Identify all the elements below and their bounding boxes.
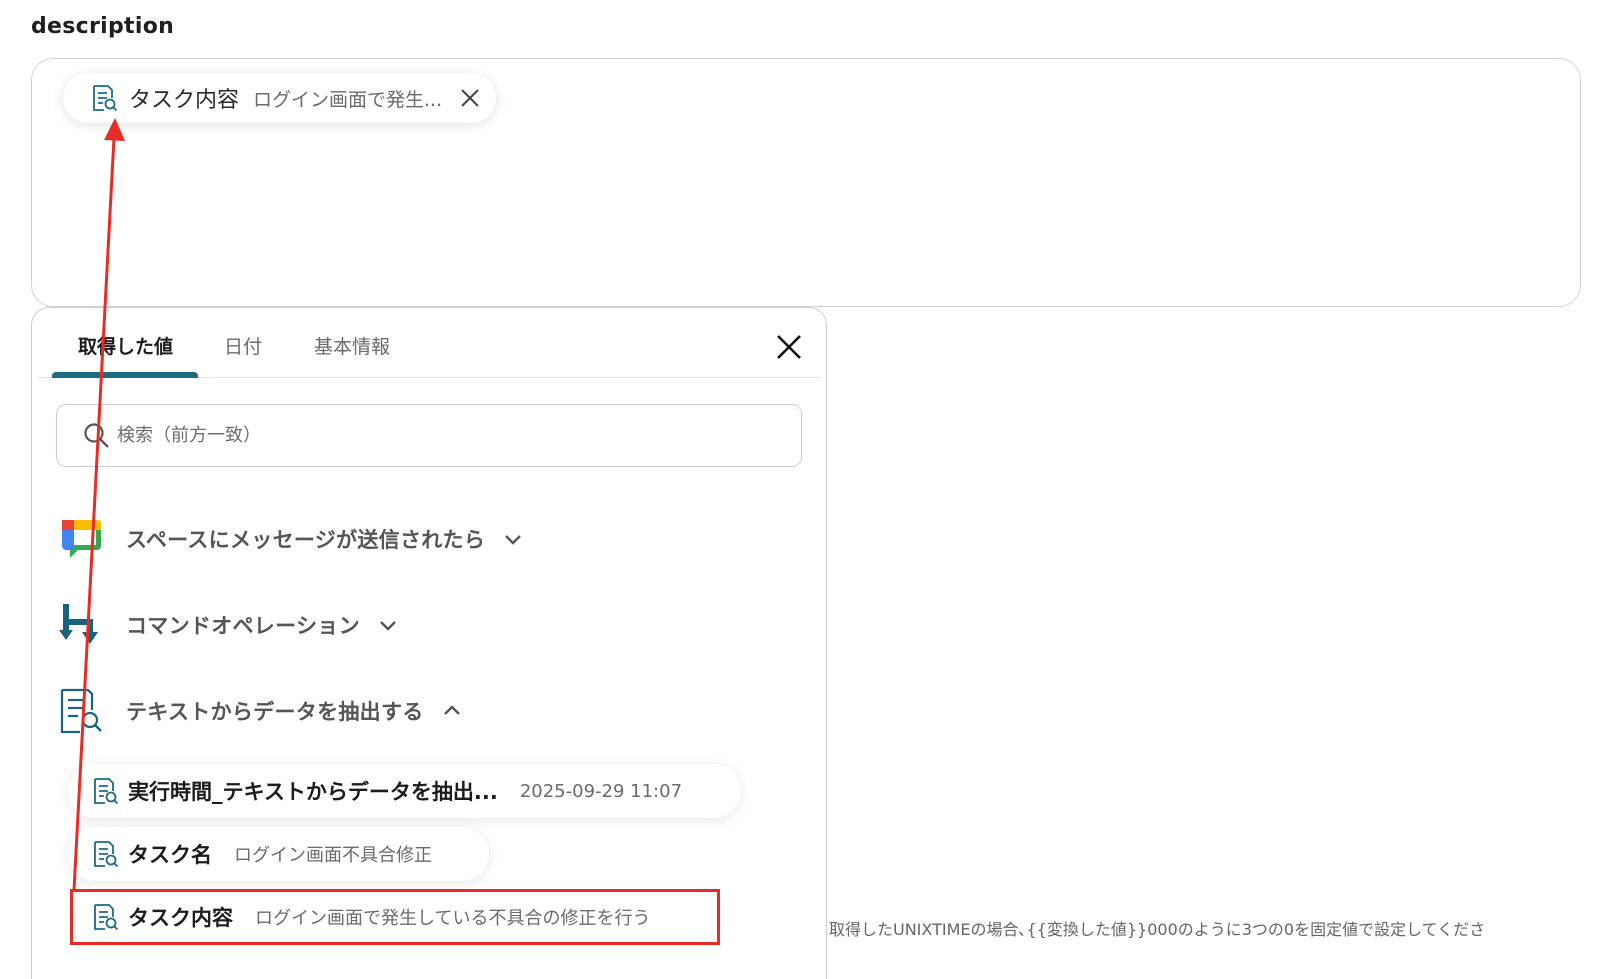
group-label: コマンドオペレーション	[126, 614, 360, 638]
chevron-down-icon[interactable]	[378, 615, 398, 635]
list-item[interactable]: タスク名 ログイン画面不具合修正	[68, 827, 489, 881]
item-value: ログイン画面不具合修正	[234, 845, 432, 866]
group-label: テキストからデータを抽出する	[126, 700, 424, 724]
chip-name: タスク内容	[129, 88, 240, 113]
picker-tabs: 取得した値 日付 基本情報	[38, 308, 822, 378]
item-name: タスク名	[128, 843, 212, 867]
tab-date[interactable]: 日付	[224, 332, 262, 359]
tab-basic-info[interactable]: 基本情報	[314, 332, 390, 359]
field-label-description: description	[31, 14, 175, 39]
chevron-down-icon[interactable]	[503, 529, 523, 549]
item-name: 実行時間_テキストからデータを抽出...	[128, 780, 498, 804]
hint-text: 取得したUNIXTIMEの場合､{{変換した値}}000のように3つの0を固定値…	[829, 920, 1486, 939]
selected-value-chip[interactable]: タスク内容 ログイン画面で発生...	[63, 73, 496, 123]
value-picker-panel: 取得した値 日付 基本情報 スペースにメッセージが送信されたら	[31, 307, 827, 979]
annotation-highlight-box	[70, 889, 720, 945]
chevron-up-icon[interactable]	[442, 701, 462, 721]
document-search-icon	[94, 841, 119, 868]
chip-value: ログイン画面で発生...	[253, 88, 443, 111]
group-command-operation[interactable]: コマンドオペレーション	[58, 600, 398, 650]
group-google-chat[interactable]: スペースにメッセージが送信されたら	[58, 514, 523, 564]
google-chat-icon	[62, 520, 101, 558]
list-item[interactable]: 実行時間_テキストからデータを抽出... 2025-09-29 11:07	[68, 764, 741, 818]
document-search-icon	[94, 778, 119, 805]
document-search-icon	[93, 85, 118, 112]
tab-acquired-values[interactable]: 取得した値	[78, 332, 173, 359]
group-label: スペースにメッセージが送信されたら	[126, 528, 486, 552]
item-value: 2025-09-29 11:07	[519, 780, 683, 802]
search-input[interactable]	[117, 425, 777, 446]
command-operation-icon	[59, 604, 98, 644]
group-extract-text[interactable]: テキストからデータを抽出する	[58, 686, 462, 736]
close-icon[interactable]	[774, 332, 804, 362]
close-icon[interactable]	[458, 86, 482, 110]
search-field[interactable]	[56, 404, 802, 467]
search-icon	[84, 422, 109, 448]
document-search-icon	[60, 688, 102, 734]
active-tab-indicator	[52, 372, 198, 378]
